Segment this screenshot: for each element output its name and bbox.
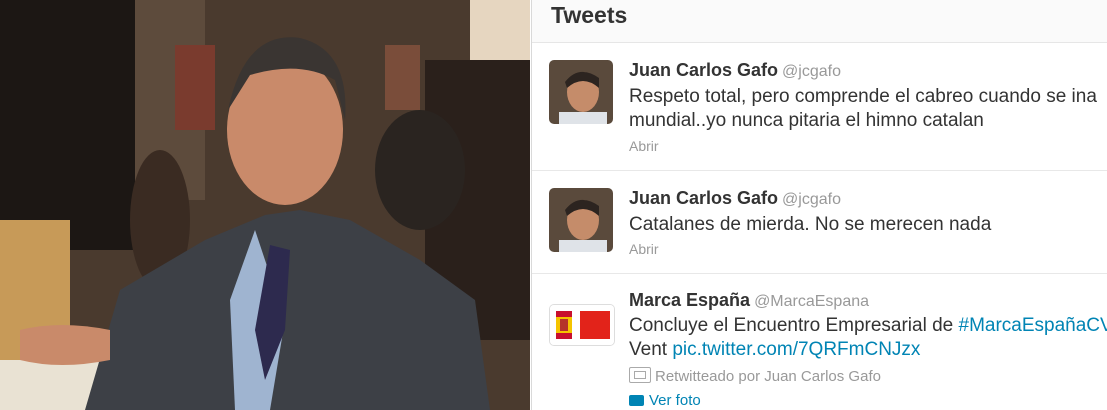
marca-espana-logo[interactable] — [549, 304, 615, 346]
author-name[interactable]: Marca España — [629, 290, 750, 310]
tweet-text: Respeto total, pero comprende el cabreo … — [629, 86, 1097, 131]
panel-header: Tweets — [532, 0, 1107, 43]
open-link[interactable]: Abrir — [629, 138, 659, 154]
panel-title: Tweets — [551, 2, 628, 28]
tweet-text-line2: Vent — [629, 339, 673, 360]
author-name[interactable]: Juan Carlos Gafo — [629, 188, 778, 208]
news-photo — [0, 0, 530, 410]
author-handle[interactable]: @jcgafo — [782, 191, 841, 208]
photo-icon — [629, 395, 644, 406]
tweet-text: Catalanes de mierda. No se merecen nada — [629, 214, 992, 235]
view-photo-link[interactable]: Ver foto — [629, 392, 701, 409]
author-name[interactable]: Juan Carlos Gafo — [629, 60, 778, 80]
view-photo-label[interactable]: Ver foto — [649, 392, 701, 409]
tweet-text-line1: Concluye el Encuentro Empresarial de — [629, 315, 959, 336]
author-handle[interactable]: @MarcaEspana — [754, 293, 869, 310]
retweet-label: Retwitteado por Juan Carlos Gafo — [655, 368, 881, 385]
pic-link[interactable]: pic.twitter.com/7QRFmCNJzx — [672, 339, 920, 360]
hashtag-link[interactable]: #MarcaEspañaCV — [959, 315, 1107, 336]
tweet-text: Concluye el Encuentro Empresarial de #Ma… — [629, 314, 1107, 362]
retweet-indicator: Retwitteado por Juan Carlos Gafo — [629, 367, 881, 385]
tweet-item[interactable]: Juan Carlos Gafo @jcgafo Respeto total, p… — [532, 43, 1107, 171]
avatar[interactable] — [549, 60, 613, 124]
open-link[interactable]: Abrir — [629, 241, 659, 257]
avatar[interactable] — [549, 188, 613, 252]
tweets-panel: Tweets Juan Carlos Gafo @jcgafo Respeto t… — [531, 0, 1107, 410]
tweet-item[interactable]: Marca España @MarcaEspana Concluye el Enc… — [532, 274, 1107, 410]
author-handle[interactable]: @jcgafo — [782, 63, 841, 80]
retweet-icon — [629, 367, 651, 383]
tweet-item[interactable]: Juan Carlos Gafo @jcgafo Catalanes de mie… — [532, 171, 1107, 274]
